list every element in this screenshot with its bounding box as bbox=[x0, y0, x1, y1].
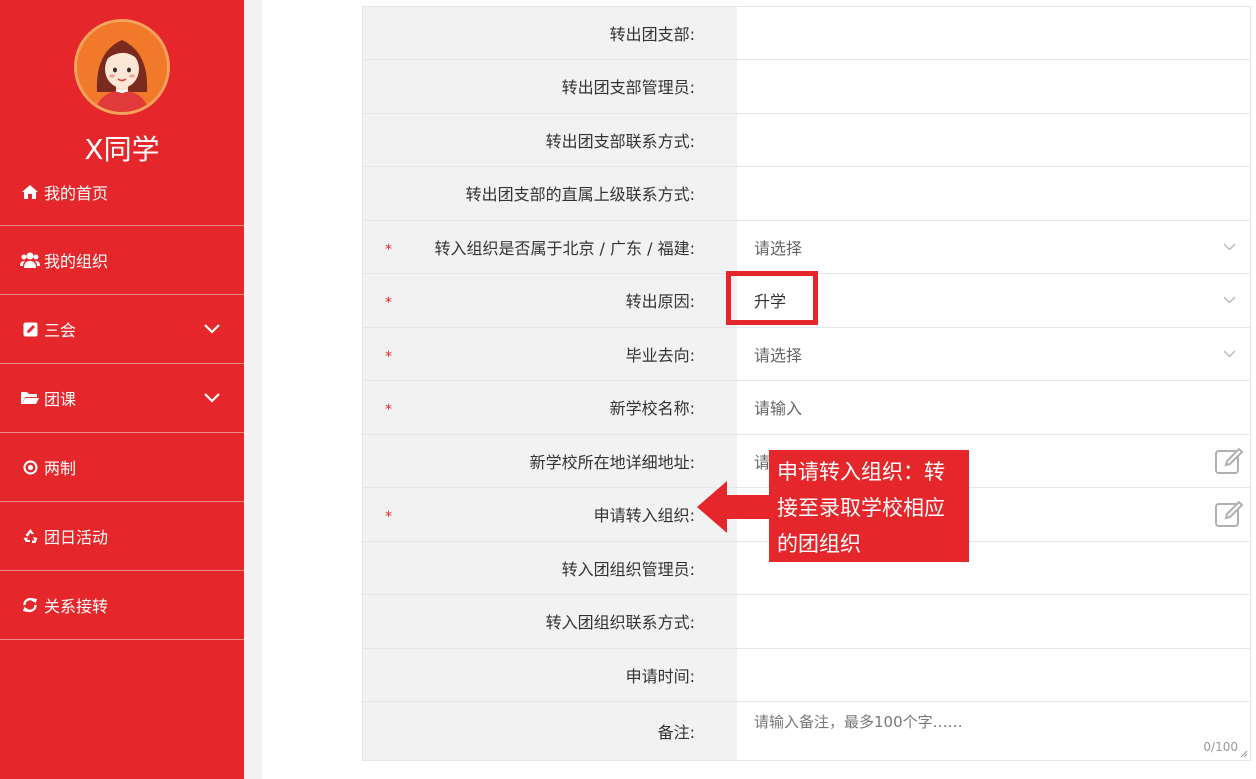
annotation-callout: 申请转入组织：转接至录取学校相应的团组织 bbox=[769, 450, 969, 562]
field-label: 备注: bbox=[363, 702, 737, 760]
app-root: X同学 我的首页 我的组织 三会 团课 两制 团日活动 关系接转 转出团支部: … bbox=[0, 0, 1256, 779]
field-label: 转出团支部联系方式: bbox=[363, 113, 737, 166]
highlight-box bbox=[726, 271, 818, 325]
required-mark: * bbox=[385, 402, 392, 419]
required-mark: * bbox=[385, 295, 392, 312]
region-select[interactable]: 请选择 bbox=[737, 220, 1250, 273]
sidebar: X同学 我的首页 我的组织 三会 团课 两制 团日活动 关系接转 bbox=[0, 0, 244, 779]
sidebar-item-label: 两制 bbox=[44, 459, 77, 478]
sidebar-item-organization[interactable]: 我的组织 bbox=[0, 226, 244, 295]
pointer-arrow-icon bbox=[697, 481, 771, 533]
out-branch-value bbox=[737, 7, 1250, 59]
field-label: 转出团支部: bbox=[363, 7, 737, 59]
chevron-down-icon bbox=[1223, 243, 1236, 251]
new-school-input[interactable]: 请输入 bbox=[737, 381, 1250, 434]
field-label: 转入团组织管理员: bbox=[363, 541, 737, 594]
field-label-text: 毕业去向: bbox=[625, 345, 695, 365]
input-placeholder: 请 bbox=[754, 452, 771, 472]
edit-icon[interactable] bbox=[1214, 499, 1246, 529]
out-superior-contact-value bbox=[737, 167, 1250, 220]
chevron-down-icon[interactable] bbox=[204, 393, 220, 403]
char-counter: 0/100 bbox=[1203, 740, 1238, 754]
transfer-form: 转出团支部: 转出团支部管理员: 转出团支部联系方式: 转出团支部的直属上级联系… bbox=[362, 6, 1251, 761]
sidebar-item-label: 我的组织 bbox=[44, 252, 109, 271]
field-label: * 新学校名称: bbox=[363, 381, 737, 434]
recycle-icon bbox=[20, 527, 40, 545]
field-label-text: 新学校名称: bbox=[609, 399, 695, 419]
avatar-image bbox=[77, 22, 167, 112]
form-row-out-contact: 转出团支部联系方式: bbox=[363, 113, 1250, 167]
sidebar-item-two-systems[interactable]: 两制 bbox=[0, 433, 244, 502]
dot-circle-icon bbox=[20, 458, 40, 476]
chevron-down-icon[interactable] bbox=[204, 324, 220, 334]
form-row-out-superior-contact: 转出团支部的直属上级联系方式: bbox=[363, 167, 1250, 221]
required-mark: * bbox=[385, 509, 392, 526]
sidebar-item-label: 关系接转 bbox=[44, 597, 109, 616]
sidebar-item-label: 团日活动 bbox=[44, 528, 109, 547]
sidebar-item-relationship-transfer[interactable]: 关系接转 bbox=[0, 571, 244, 640]
sidebar-item-label: 三会 bbox=[44, 321, 77, 340]
remark-textarea[interactable]: 请输入备注，最多100个字…… 0/100 bbox=[737, 702, 1250, 760]
form-row-region: * 转入组织是否属于北京 / 广东 / 福建: 请选择 bbox=[363, 220, 1250, 274]
sidebar-item-three-meetings[interactable]: 三会 bbox=[0, 295, 244, 364]
textarea-placeholder: 请输入备注，最多100个字…… bbox=[754, 713, 963, 731]
edit-icon bbox=[20, 320, 40, 338]
form-row-apply-time: 申请时间: bbox=[363, 648, 1250, 702]
chevron-down-icon bbox=[1223, 296, 1236, 304]
required-mark: * bbox=[385, 348, 392, 365]
content-gutter bbox=[244, 0, 262, 779]
in-contact-value bbox=[737, 595, 1250, 648]
avatar bbox=[74, 19, 170, 115]
field-label: 转入团组织联系方式: bbox=[363, 595, 737, 648]
input-placeholder: 请输入 bbox=[754, 399, 803, 419]
select-placeholder: 请选择 bbox=[754, 345, 803, 365]
destination-select[interactable]: 请选择 bbox=[737, 327, 1250, 380]
field-label: * 申请转入组织: bbox=[363, 488, 737, 541]
chevron-down-icon bbox=[1223, 350, 1236, 358]
field-label: 申请时间: bbox=[363, 648, 737, 701]
users-icon bbox=[20, 251, 40, 269]
apply-time-value bbox=[737, 648, 1250, 701]
field-label: 转出团支部的直属上级联系方式: bbox=[363, 167, 737, 220]
field-label-text: 申请转入组织: bbox=[593, 506, 695, 526]
sidebar-item-label: 团课 bbox=[44, 390, 77, 409]
required-mark: * bbox=[385, 241, 392, 258]
field-label-text: 转出原因: bbox=[625, 292, 695, 312]
form-row-destination: * 毕业去向: 请选择 bbox=[363, 327, 1250, 381]
field-label: 新学校所在地详细地址: bbox=[363, 434, 737, 487]
sidebar-item-league-class[interactable]: 团课 bbox=[0, 364, 244, 433]
form-row-out-branch: 转出团支部: bbox=[363, 6, 1250, 60]
out-contact-value bbox=[737, 113, 1250, 166]
form-row-out-admin: 转出团支部管理员: bbox=[363, 60, 1250, 114]
out-admin-value bbox=[737, 60, 1250, 113]
refresh-icon bbox=[20, 596, 40, 614]
edit-icon[interactable] bbox=[1214, 446, 1246, 476]
resize-grip-icon[interactable] bbox=[1240, 750, 1248, 758]
form-row-remark: 备注: 请输入备注，最多100个字…… 0/100 bbox=[363, 702, 1250, 761]
field-label: 转出团支部管理员: bbox=[363, 60, 737, 113]
sidebar-item-league-day[interactable]: 团日活动 bbox=[0, 502, 244, 571]
sidebar-nav: 我的首页 我的组织 三会 团课 两制 团日活动 关系接转 bbox=[0, 158, 244, 640]
folder-open-icon bbox=[20, 389, 40, 407]
form-row-new-school: * 新学校名称: 请输入 bbox=[363, 381, 1250, 435]
select-placeholder: 请选择 bbox=[754, 238, 803, 258]
sidebar-item-label: 我的首页 bbox=[44, 183, 109, 203]
sidebar-item-home[interactable]: 我的首页 bbox=[0, 158, 244, 226]
field-label: * 转出原因: bbox=[363, 274, 737, 327]
field-label: * 毕业去向: bbox=[363, 327, 737, 380]
form-row-in-contact: 转入团组织联系方式: bbox=[363, 595, 1250, 649]
home-icon bbox=[20, 183, 40, 201]
field-label: * 转入组织是否属于北京 / 广东 / 福建: bbox=[363, 220, 737, 273]
field-label-text: 转入组织是否属于北京 / 广东 / 福建: bbox=[434, 238, 695, 258]
